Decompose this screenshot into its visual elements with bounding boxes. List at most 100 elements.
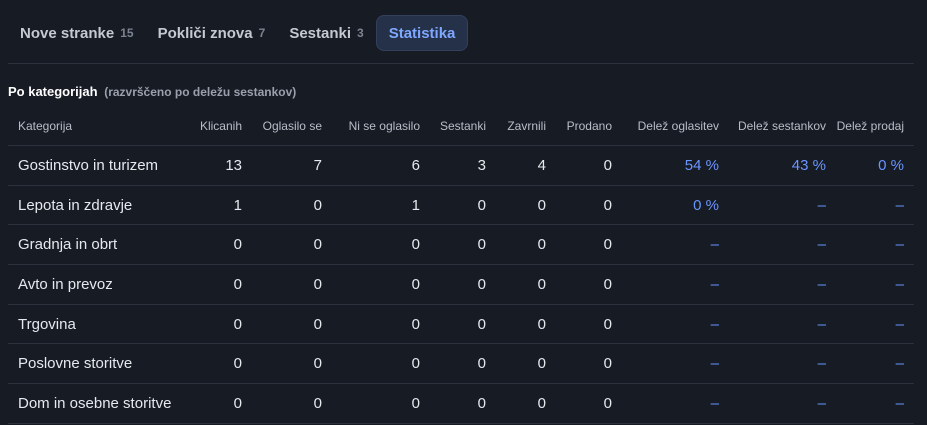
cell-category: Trgovina xyxy=(8,304,186,345)
table-row: Dom in osebne storitve 0 0 0 0 0 0 – – – xyxy=(8,383,914,424)
cell-prodano: 0 xyxy=(556,145,622,186)
cell-delez-prodaj: – xyxy=(836,343,914,385)
cell-delez-oglasitev: – xyxy=(622,264,729,305)
cell-delez-prodaj: – xyxy=(836,264,914,305)
cell-delez-sestankov: – xyxy=(729,343,836,385)
cell-prodano: 0 xyxy=(556,224,622,266)
tabs-divider xyxy=(8,63,914,64)
tab-label: Nove stranke xyxy=(20,24,115,42)
header-delez-sestankov: Delež sestankov xyxy=(729,107,836,146)
cell-oglasilo-se: 7 xyxy=(252,145,332,186)
cell-prodano: 0 xyxy=(556,383,622,424)
header-delez-oglasitev: Delež oglasitev xyxy=(622,107,729,146)
table-row: Lepota in zdravje 1 0 1 0 0 0 0 % – – xyxy=(8,185,914,226)
table-row: Trgovina 0 0 0 0 0 0 – – – xyxy=(8,304,914,345)
cell-ni-se-oglasilo: 0 xyxy=(332,224,430,266)
tab-label: Statistika xyxy=(388,24,456,42)
cell-delez-prodaj: 0 % xyxy=(836,145,914,186)
tab-count-badge: 3 xyxy=(357,26,364,40)
cell-zavrnili: 0 xyxy=(496,264,556,305)
cell-ni-se-oglasilo: 6 xyxy=(332,145,430,186)
cell-sestanki: 0 xyxy=(430,185,496,226)
cell-category: Poslovne storitve xyxy=(8,343,186,385)
cell-delez-oglasitev: 54 % xyxy=(622,145,729,186)
cell-category: Avto in prevoz xyxy=(8,264,186,305)
header-sestanki: Sestanki xyxy=(430,107,496,146)
cell-klicanih: 13 xyxy=(186,145,252,186)
cell-ni-se-oglasilo: 0 xyxy=(332,264,430,305)
cell-klicanih: 0 xyxy=(186,224,252,266)
cell-zavrnili: 4 xyxy=(496,145,556,186)
cell-delez-oglasitev: – xyxy=(622,304,729,345)
cell-delez-prodaj: – xyxy=(836,224,914,266)
tab-statistika[interactable]: Statistika xyxy=(375,15,469,51)
section-title: Po kategorijah (razvrščeno po deležu ses… xyxy=(8,84,296,99)
tab-bar: Nove stranke 15 Pokliči znova 7 Sestanki… xyxy=(8,15,469,51)
cell-sestanki: 0 xyxy=(430,304,496,345)
tab-poklici-znova[interactable]: Pokliči znova 7 xyxy=(146,15,278,51)
cell-category: Gradnja in obrt xyxy=(8,224,186,266)
table-row: Gostinstvo in turizem 13 7 6 3 4 0 54 % … xyxy=(8,145,914,186)
cell-oglasilo-se: 0 xyxy=(252,343,332,385)
cell-prodano: 0 xyxy=(556,304,622,345)
cell-klicanih: 0 xyxy=(186,383,252,424)
cell-zavrnili: 0 xyxy=(496,343,556,385)
table-row: Poslovne storitve 0 0 0 0 0 0 – – – xyxy=(8,343,914,385)
cell-delez-sestankov: – xyxy=(729,224,836,266)
cell-delez-oglasitev: – xyxy=(622,224,729,266)
header-kategorija: Kategorija xyxy=(8,107,186,146)
cell-delez-oglasitev: – xyxy=(622,383,729,424)
cell-sestanki: 3 xyxy=(430,145,496,186)
cell-delez-prodaj: – xyxy=(836,383,914,424)
cell-delez-sestankov: – xyxy=(729,185,836,226)
category-stats-table: Kategorija Klicanih Oglasilo se Ni se og… xyxy=(8,107,914,424)
table-row: Gradnja in obrt 0 0 0 0 0 0 – – – xyxy=(8,224,914,266)
cell-oglasilo-se: 0 xyxy=(252,185,332,226)
table-row: Avto in prevoz 0 0 0 0 0 0 – – – xyxy=(8,264,914,305)
cell-klicanih: 0 xyxy=(186,304,252,345)
cell-delez-sestankov: – xyxy=(729,383,836,424)
cell-delez-prodaj: – xyxy=(836,304,914,345)
cell-ni-se-oglasilo: 0 xyxy=(332,304,430,345)
cell-delez-sestankov: – xyxy=(729,304,836,345)
cell-zavrnili: 0 xyxy=(496,383,556,424)
header-zavrnili: Zavrnili xyxy=(496,107,556,146)
tab-sestanki[interactable]: Sestanki 3 xyxy=(277,15,375,51)
cell-category: Dom in osebne storitve xyxy=(8,383,186,424)
header-delez-prodaj: Delež prodaj xyxy=(836,107,914,146)
cell-ni-se-oglasilo: 0 xyxy=(332,343,430,385)
cell-delez-prodaj: – xyxy=(836,185,914,226)
section-subtitle: (razvrščeno po deležu sestankov) xyxy=(104,85,297,99)
cell-oglasilo-se: 0 xyxy=(252,304,332,345)
tab-label: Pokliči znova xyxy=(157,24,253,42)
cell-oglasilo-se: 0 xyxy=(252,224,332,266)
tab-label: Sestanki xyxy=(289,24,352,42)
cell-prodano: 0 xyxy=(556,343,622,385)
tab-nove-stranke[interactable]: Nove stranke 15 xyxy=(8,15,146,51)
cell-ni-se-oglasilo: 0 xyxy=(332,383,430,424)
cell-delez-oglasitev: 0 % xyxy=(622,185,729,226)
cell-klicanih: 0 xyxy=(186,264,252,305)
cell-ni-se-oglasilo: 1 xyxy=(332,185,430,226)
statistics-page: Nove stranke 15 Pokliči znova 7 Sestanki… xyxy=(0,0,927,425)
cell-klicanih: 1 xyxy=(186,185,252,226)
section-title-text: Po kategorijah xyxy=(8,84,98,99)
cell-prodano: 0 xyxy=(556,264,622,305)
tab-count-badge: 15 xyxy=(120,26,134,40)
cell-oglasilo-se: 0 xyxy=(252,264,332,305)
cell-klicanih: 0 xyxy=(186,343,252,385)
cell-category: Gostinstvo in turizem xyxy=(8,145,186,186)
header-klicanih: Klicanih xyxy=(186,107,252,146)
cell-sestanki: 0 xyxy=(430,383,496,424)
cell-delez-oglasitev: – xyxy=(622,343,729,385)
cell-prodano: 0 xyxy=(556,185,622,226)
header-prodano: Prodano xyxy=(556,107,622,146)
cell-zavrnili: 0 xyxy=(496,185,556,226)
cell-delez-sestankov: – xyxy=(729,264,836,305)
tab-count-badge: 7 xyxy=(258,26,266,40)
table-header-row: Kategorija Klicanih Oglasilo se Ni se og… xyxy=(8,107,914,146)
cell-category: Lepota in zdravje xyxy=(8,185,186,226)
cell-sestanki: 0 xyxy=(430,264,496,305)
cell-sestanki: 0 xyxy=(430,224,496,266)
cell-zavrnili: 0 xyxy=(496,304,556,345)
